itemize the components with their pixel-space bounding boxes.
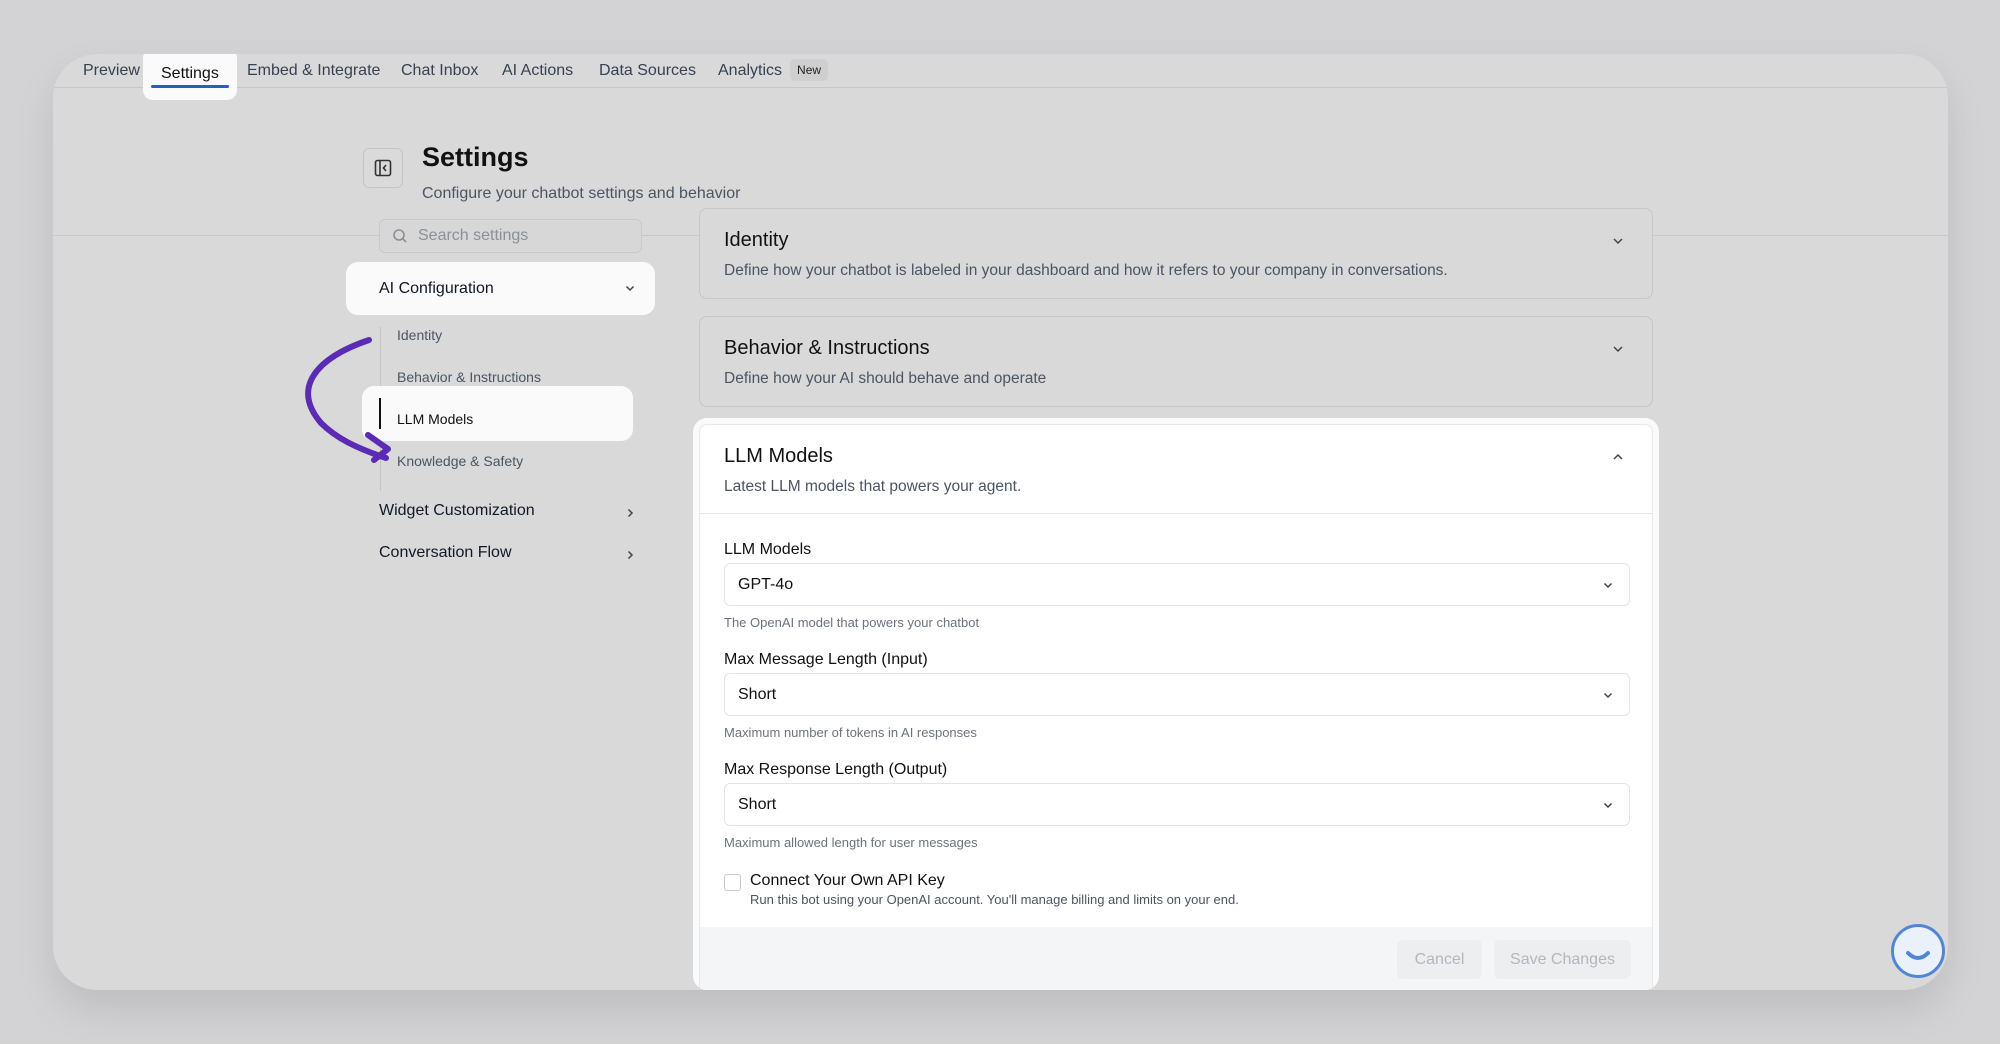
tab-analytics[interactable]: Analytics New xyxy=(718,58,829,84)
card-subtitle: Define how your AI should behave and ope… xyxy=(724,370,1047,387)
sidebar-group-label: Conversation Flow xyxy=(379,544,512,561)
card-footer: Cancel Save Changes xyxy=(700,927,1652,990)
tab-analytics-label: Analytics xyxy=(718,62,783,79)
max-output-label: Max Response Length (Output) xyxy=(724,761,948,778)
new-badge: New xyxy=(790,59,829,81)
panel-collapse-icon xyxy=(374,159,392,177)
tab-ai-actions[interactable]: AI Actions xyxy=(502,58,573,84)
llm-models-card: LLM Models Latest LLM models that powers… xyxy=(699,424,1653,990)
annotation-arrow-icon xyxy=(305,337,391,463)
smile-icon xyxy=(1906,951,1930,960)
chevron-down-icon xyxy=(625,285,635,292)
chevron-right-icon xyxy=(627,550,634,560)
sidebar-group-label: Widget Customization xyxy=(379,502,535,519)
identity-card[interactable]: Identity Define how your chatbot is labe… xyxy=(699,208,1653,299)
tab-embed-integrate[interactable]: Embed & Integrate xyxy=(247,58,380,84)
sidebar-group-label: AI Configuration xyxy=(379,279,494,297)
search-settings-input[interactable]: Search settings xyxy=(379,219,642,253)
own-api-key-checkbox[interactable] xyxy=(724,874,741,891)
sidebar-item-llm-models[interactable]: LLM Models xyxy=(397,411,473,427)
page-subtitle: Configure your chatbot settings and beha… xyxy=(422,185,741,202)
chevron-up-icon[interactable] xyxy=(1610,449,1626,465)
sidebar-group-ai-configuration[interactable]: AI Configuration xyxy=(346,262,655,315)
tab-data-sources[interactable]: Data Sources xyxy=(599,58,696,84)
chevron-right-icon xyxy=(627,508,634,518)
save-changes-button[interactable]: Save Changes xyxy=(1494,940,1631,979)
cancel-button[interactable]: Cancel xyxy=(1397,940,1482,979)
chevron-down-icon[interactable] xyxy=(1610,233,1626,249)
llm-model-hint: The OpenAI model that powers your chatbo… xyxy=(724,615,980,630)
app-window: Preview Settings Embed & Integrate Chat … xyxy=(53,54,1948,990)
sidebar-item-behavior[interactable]: Behavior & Instructions xyxy=(397,369,541,385)
tab-chat-inbox[interactable]: Chat Inbox xyxy=(401,58,478,84)
sidebar-group-widget-customization[interactable]: Widget Customization xyxy=(379,502,641,520)
select-value: GPT-4o xyxy=(738,576,794,593)
tab-preview[interactable]: Preview xyxy=(83,58,140,84)
max-input-label: Max Message Length (Input) xyxy=(724,651,928,668)
card-subtitle: Define how your chatbot is labeled in yo… xyxy=(724,262,1448,279)
tab-settings-label: Settings xyxy=(161,65,219,82)
select-value: Short xyxy=(738,686,777,703)
select-value: Short xyxy=(738,796,777,813)
chat-widget-launcher[interactable] xyxy=(1891,924,1945,978)
chevron-down-icon xyxy=(1603,802,1613,809)
top-navigation: Preview Settings Embed & Integrate Chat … xyxy=(53,54,1948,100)
max-output-hint: Maximum allowed length for user messages xyxy=(724,835,978,850)
own-api-key-hint: Run this bot using your OpenAI account. … xyxy=(750,892,1239,907)
card-title: Identity xyxy=(724,229,789,251)
card-divider xyxy=(700,513,1652,514)
search-icon xyxy=(393,229,407,243)
max-input-hint: Maximum number of tokens in AI responses xyxy=(724,725,977,740)
sidebar-group-conversation-flow[interactable]: Conversation Flow xyxy=(379,544,641,562)
page-title: Settings xyxy=(422,142,529,172)
search-placeholder: Search settings xyxy=(418,227,529,244)
llm-model-select[interactable]: GPT-4o xyxy=(724,563,1630,606)
sidebar-item-knowledge-safety[interactable]: Knowledge & Safety xyxy=(397,453,523,469)
llm-models-card-highlight: LLM Models Latest LLM models that powers… xyxy=(693,418,1659,990)
sidebar-toggle-button[interactable] xyxy=(363,148,403,188)
max-output-select[interactable]: Short xyxy=(724,783,1630,826)
chevron-down-icon xyxy=(1603,582,1613,589)
card-subtitle: Latest LLM models that powers your agent… xyxy=(724,478,1022,495)
chevron-down-icon xyxy=(1603,692,1613,699)
behavior-card[interactable]: Behavior & Instructions Define how your … xyxy=(699,316,1653,407)
chevron-down-icon[interactable] xyxy=(1610,341,1626,357)
own-api-key-label[interactable]: Connect Your Own API Key xyxy=(750,872,945,890)
max-input-select[interactable]: Short xyxy=(724,673,1630,716)
llm-model-label: LLM Models xyxy=(724,541,812,558)
card-title: Behavior & Instructions xyxy=(724,337,930,359)
card-title: LLM Models xyxy=(724,445,833,467)
